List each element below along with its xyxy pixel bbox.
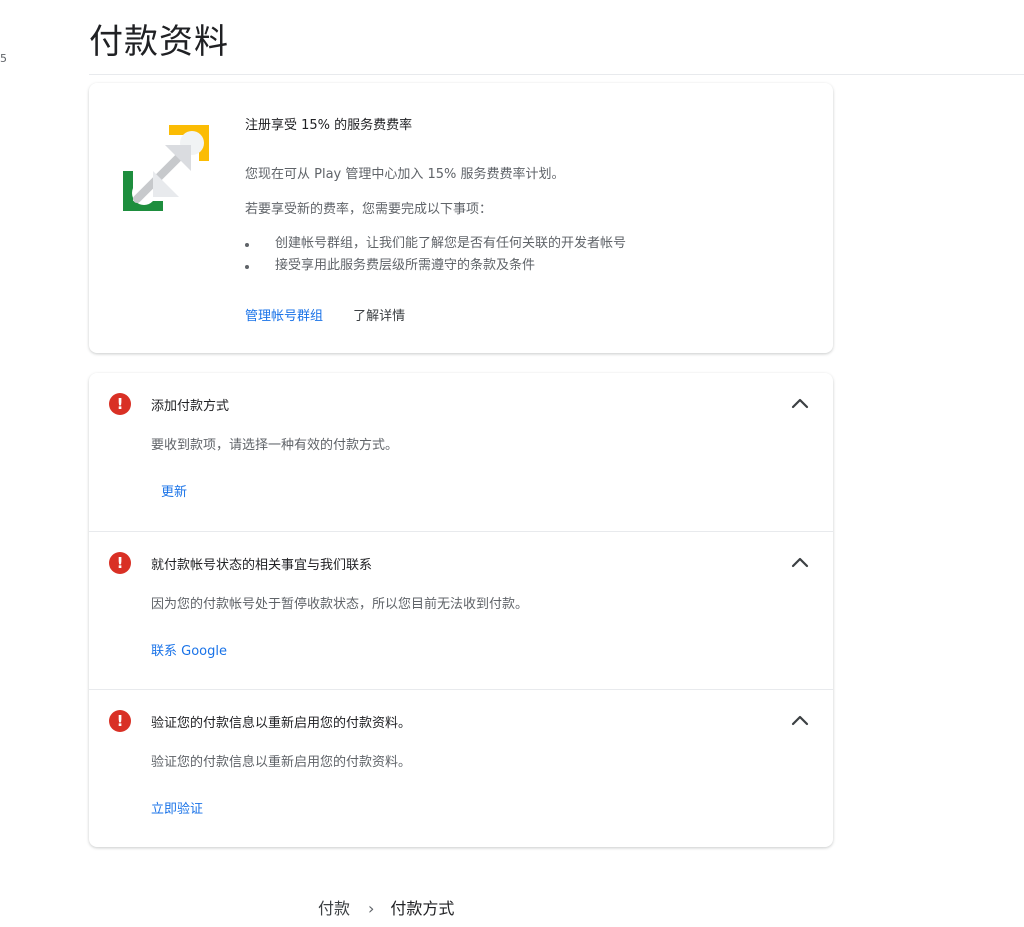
alert-title: 就付款帐号状态的相关事宜与我们联系	[151, 558, 373, 573]
alert-contact-account-status: ! 就付款帐号状态的相关事宜与我们联系 因为您的付款帐号处于暂停收款状态，所以您…	[89, 531, 833, 690]
alert-description: 因为您的付款帐号处于暂停收款状态，所以您目前无法收到付款。	[151, 597, 529, 612]
alert-title: 添加付款方式	[151, 399, 230, 414]
promo-requirements-list: 创建帐号群组，让我们能了解您是否有任何关联的开发者帐号 接受享用此服务费层级所需…	[245, 233, 626, 277]
breadcrumb: 付款 › 付款方式	[318, 895, 454, 919]
breadcrumb-item-payments[interactable]: 付款	[318, 899, 350, 918]
alert-description: 要收到款项，请选择一种有效的付款方式。	[151, 438, 399, 453]
breadcrumb-item-payment-methods: 付款方式	[390, 899, 455, 918]
manage-account-group-link[interactable]: 管理帐号群组	[245, 309, 323, 324]
list-item: 创建帐号群组，让我们能了解您是否有任何关联的开发者帐号	[245, 233, 626, 255]
chevron-up-icon[interactable]	[787, 708, 813, 734]
learn-more-link[interactable]: 了解详情	[353, 309, 405, 324]
chevron-up-icon[interactable]	[787, 550, 813, 576]
alert-add-payment-method: ! 添加付款方式 要收到款项，请选择一种有效的付款方式。 更新	[89, 373, 833, 531]
list-item: 接受享用此服务费层级所需遵守的条款及条件	[245, 255, 626, 277]
error-icon: !	[109, 393, 131, 415]
update-payment-button[interactable]: 更新	[161, 481, 187, 500]
chevron-right-icon: ›	[368, 899, 375, 918]
error-icon: !	[109, 710, 131, 732]
service-fee-promo-card: 注册享受 15% 的服务费费率 您现在可从 Play 管理中心加入 15% 服务…	[89, 83, 833, 353]
promo-links: 管理帐号群组 了解详情	[245, 305, 405, 324]
play-fee-illustration-icon	[117, 119, 217, 219]
alert-verify-payment-info: ! 验证您的付款信息以重新启用您的付款资料。 验证您的付款信息以重新启用您的付款…	[89, 689, 833, 847]
contact-google-button[interactable]: 联系 Google	[151, 640, 227, 659]
chevron-up-icon[interactable]	[787, 391, 813, 417]
alert-title: 验证您的付款信息以重新启用您的付款资料。	[151, 716, 412, 731]
page: 5 付款资料 注册享受 15% 的服务费费率 您现在可从 Play 管理中心加入…	[0, 0, 1024, 927]
promo-heading: 注册享受 15% 的服务费费率	[245, 118, 413, 133]
verify-now-button[interactable]: 立即验证	[151, 798, 203, 817]
promo-requirements-intro: 若要享受新的费率，您需要完成以下事项：	[245, 202, 493, 217]
alert-description: 验证您的付款信息以重新启用您的付款资料。	[151, 755, 412, 770]
edge-number: 5	[0, 52, 7, 65]
promo-description: 您现在可从 Play 管理中心加入 15% 服务费费率计划。	[245, 167, 565, 182]
payment-alerts-card: ! 添加付款方式 要收到款项，请选择一种有效的付款方式。 更新 ! 就付款帐号状…	[89, 373, 833, 847]
page-title: 付款资料	[89, 22, 229, 62]
title-divider	[89, 74, 1024, 75]
error-icon: !	[109, 552, 131, 574]
